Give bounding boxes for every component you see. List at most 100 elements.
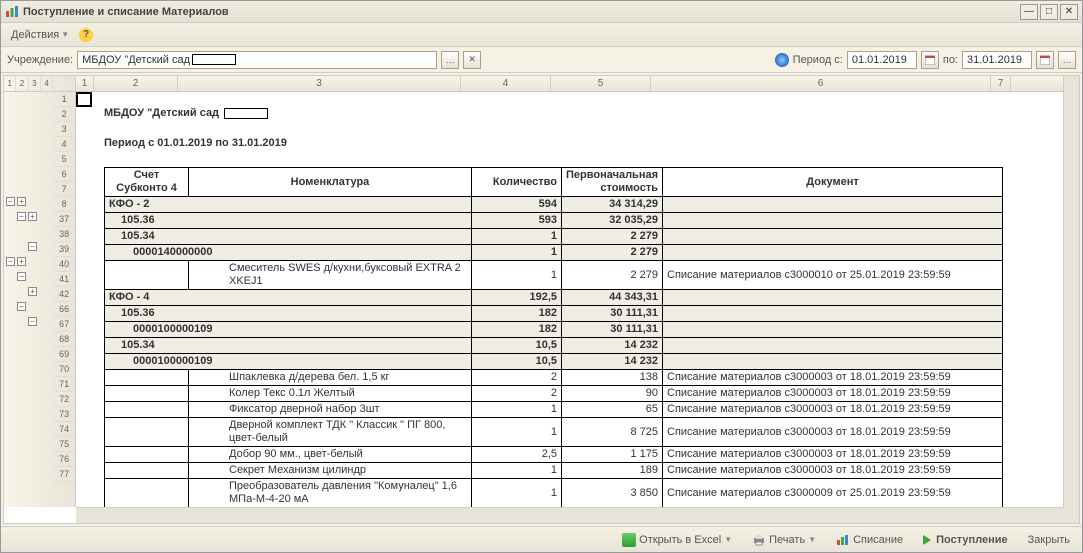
expand-button[interactable]: + bbox=[28, 287, 37, 296]
row-header[interactable]: 67 bbox=[53, 317, 75, 332]
th-doc: Документ bbox=[663, 168, 1003, 197]
collapse-button[interactable]: − bbox=[17, 302, 26, 311]
row-header[interactable]: 37 bbox=[53, 212, 75, 227]
row-header[interactable]: 39 bbox=[53, 242, 75, 257]
table-row[interactable]: 000014000000012 279 bbox=[105, 245, 1003, 261]
date-from-input[interactable]: 01.01.2019 bbox=[847, 51, 917, 69]
collapse-button[interactable]: − bbox=[17, 212, 26, 221]
column-header[interactable]: 2 bbox=[94, 76, 178, 91]
org-clear-button[interactable]: ✕ bbox=[463, 51, 481, 69]
row-header[interactable]: 74 bbox=[53, 422, 75, 437]
maximize-button[interactable]: □ bbox=[1040, 4, 1058, 20]
row-header[interactable]: 41 bbox=[53, 272, 75, 287]
outline-header[interactable]: 1 bbox=[4, 76, 16, 91]
open-excel-button[interactable]: Открыть в Excel ▼ bbox=[616, 531, 738, 549]
postup-button[interactable]: Поступление bbox=[917, 532, 1014, 548]
row-header[interactable]: 3 bbox=[53, 122, 75, 137]
org-input[interactable]: МБДОУ "Детский сад bbox=[77, 51, 437, 69]
report-table: СчетСубконто 4НоменклатураКоличествоПерв… bbox=[104, 167, 1003, 507]
row-header[interactable]: 6 bbox=[53, 167, 75, 182]
column-header[interactable]: 5 bbox=[551, 76, 651, 91]
row-header[interactable]: 73 bbox=[53, 407, 75, 422]
row-header[interactable]: 71 bbox=[53, 377, 75, 392]
th-nom: Номенклатура bbox=[189, 168, 472, 197]
collapse-button[interactable]: − bbox=[28, 242, 37, 251]
actions-menu[interactable]: Действия ▼ bbox=[7, 27, 73, 43]
outline-header[interactable]: 4 bbox=[41, 76, 53, 91]
row-header[interactable]: 40 bbox=[53, 257, 75, 272]
collapse-button[interactable]: − bbox=[6, 197, 15, 206]
table-row[interactable]: Дверной комплект ТДК " Классик " ПГ 800,… bbox=[105, 418, 1003, 447]
date-to-input[interactable]: 31.01.2019 bbox=[962, 51, 1032, 69]
column-header[interactable]: 6 bbox=[651, 76, 991, 91]
column-header[interactable]: 4 bbox=[461, 76, 551, 91]
close-window-button[interactable]: ✕ bbox=[1060, 4, 1078, 20]
table-row[interactable]: Фиксатор дверной набор 3шт165Списание ма… bbox=[105, 402, 1003, 418]
spisanie-button[interactable]: Списание bbox=[830, 531, 909, 549]
outline-header[interactable]: 3 bbox=[29, 76, 41, 91]
table-row[interactable]: 105.3618230 111,31 bbox=[105, 306, 1003, 322]
row-header[interactable]: 7 bbox=[53, 182, 75, 197]
row-header[interactable]: 5 bbox=[53, 152, 75, 167]
date-to-picker[interactable] bbox=[1036, 51, 1054, 69]
table-row[interactable]: 000010000010918230 111,31 bbox=[105, 322, 1003, 338]
table-row[interactable]: КФО - 259434 314,29 bbox=[105, 197, 1003, 213]
collapse-button[interactable]: − bbox=[28, 317, 37, 326]
minimize-button[interactable]: — bbox=[1020, 4, 1038, 20]
row-header[interactable]: 2 bbox=[53, 107, 75, 122]
table-row[interactable]: 105.3659332 035,29 bbox=[105, 213, 1003, 229]
expand-button[interactable]: + bbox=[17, 197, 26, 206]
print-button[interactable]: Печать ▼ bbox=[746, 531, 822, 549]
horizontal-scrollbar[interactable] bbox=[76, 507, 1063, 523]
table-row[interactable]: 105.3410,514 232 bbox=[105, 338, 1003, 354]
column-header[interactable]: 1 bbox=[76, 76, 94, 91]
spisanie-label: Списание bbox=[853, 534, 903, 546]
vertical-scrollbar[interactable] bbox=[1063, 76, 1079, 507]
date-from-picker[interactable] bbox=[921, 51, 939, 69]
printer-icon bbox=[752, 533, 766, 547]
help-button[interactable]: ? bbox=[79, 28, 93, 42]
row-header[interactable]: 76 bbox=[53, 452, 75, 467]
column-header[interactable]: 7 bbox=[991, 76, 1011, 91]
expand-button[interactable]: + bbox=[17, 257, 26, 266]
date-to-label: по: bbox=[943, 54, 958, 66]
table-row[interactable]: 105.3412 279 bbox=[105, 229, 1003, 245]
table-row[interactable]: Шпаклевка д/дерева бел. 1,5 кг2138Списан… bbox=[105, 370, 1003, 386]
row-header[interactable]: 8 bbox=[53, 197, 75, 212]
collapse-button[interactable]: − bbox=[17, 272, 26, 281]
row-header[interactable]: 77 bbox=[53, 467, 75, 482]
table-row[interactable]: Смеситель SWES д/кухни,буксовый EXTRA 2 … bbox=[105, 261, 1003, 290]
chevron-down-icon: ▼ bbox=[808, 535, 816, 544]
filter-bar: Учреждение: МБДОУ "Детский сад … ✕ Перио… bbox=[1, 47, 1082, 73]
org-select-button[interactable]: … bbox=[441, 51, 459, 69]
calendar-icon bbox=[1040, 55, 1050, 65]
row-header[interactable]: 66 bbox=[53, 302, 75, 317]
row-header[interactable]: 68 bbox=[53, 332, 75, 347]
close-button[interactable]: Закрыть bbox=[1022, 532, 1076, 548]
row-header[interactable]: 4 bbox=[53, 137, 75, 152]
actions-label: Действия bbox=[11, 29, 59, 41]
outline-header[interactable]: 2 bbox=[16, 76, 28, 91]
table-row[interactable]: Колер Текс 0.1л Желтый290Списание матери… bbox=[105, 386, 1003, 402]
close-label: Закрыть bbox=[1028, 534, 1070, 546]
row-header[interactable]: 42 bbox=[53, 287, 75, 302]
column-header[interactable]: 3 bbox=[178, 76, 461, 91]
report-period: Период с 01.01.2019 по 31.01.2019 bbox=[76, 137, 287, 152]
table-row[interactable]: Добор 90 мм., цвет-белый2,51 175Списание… bbox=[105, 447, 1003, 463]
org-masked-box bbox=[192, 54, 236, 65]
table-row[interactable]: КФО - 4192,544 343,31 bbox=[105, 290, 1003, 306]
row-header[interactable]: 69 bbox=[53, 347, 75, 362]
th-qty: Количество bbox=[472, 168, 562, 197]
collapse-button[interactable]: − bbox=[6, 257, 15, 266]
period-menu-button[interactable]: … bbox=[1058, 51, 1076, 69]
org-label: Учреждение: bbox=[7, 54, 73, 66]
table-row[interactable]: 000010000010910,514 232 bbox=[105, 354, 1003, 370]
row-header[interactable]: 1 bbox=[53, 92, 75, 107]
row-header[interactable]: 75 bbox=[53, 437, 75, 452]
cells-area[interactable]: МБДОУ "Детский сад Период с 01.01.2019 п… bbox=[76, 92, 1063, 507]
row-header[interactable]: 38 bbox=[53, 227, 75, 242]
row-header[interactable]: 70 bbox=[53, 362, 75, 377]
row-header[interactable]: 72 bbox=[53, 392, 75, 407]
expand-button[interactable]: + bbox=[28, 212, 37, 221]
outline-headers: 1234 bbox=[4, 76, 53, 92]
